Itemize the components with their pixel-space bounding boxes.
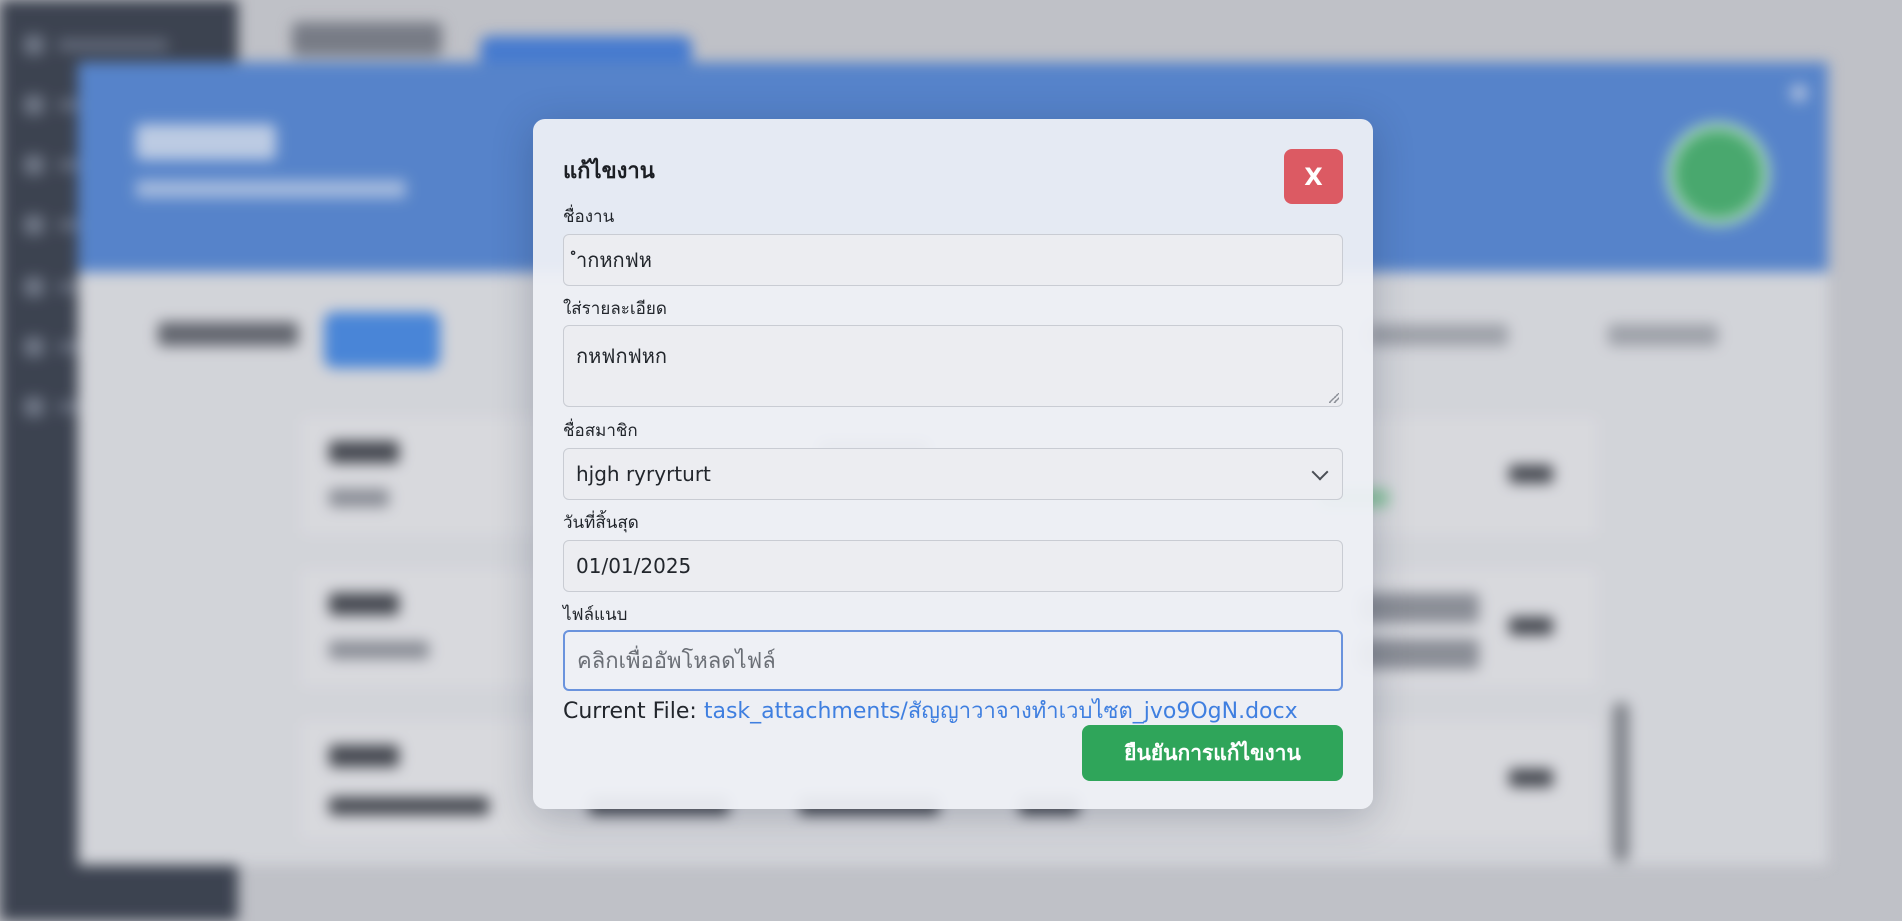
resize-handle-icon[interactable] bbox=[1329, 393, 1339, 403]
details-textarea[interactable]: กหฟกฟหก bbox=[563, 325, 1343, 407]
current-file: Current File: task_attachments/สัญญาวาจา… bbox=[563, 693, 1298, 728]
current-file-label: Current File: bbox=[563, 699, 697, 724]
file-upload-input[interactable]: คลิกเพื่ออัพโหลดไฟล์ bbox=[563, 630, 1343, 691]
details-label: ใส่รายละเอียด bbox=[563, 299, 667, 319]
modal-title: แก้ไขงาน bbox=[563, 159, 655, 184]
task-name-label: ชื่องาน bbox=[563, 207, 615, 227]
current-file-link[interactable]: task_attachments/สัญญาวาจางทำเวบไซต_jvo9… bbox=[704, 699, 1298, 724]
task-name-input[interactable]: ำกหกฟห bbox=[563, 234, 1343, 286]
confirm-edit-button[interactable]: ยืนยันการแก้ไขงาน bbox=[1082, 725, 1343, 781]
edit-task-modal: แก้ไขงาน X ชื่องาน ำกหกฟห ใส่รายละเอียด … bbox=[533, 119, 1373, 809]
member-selected-value: hjgh ryryrturt bbox=[576, 462, 711, 486]
attachment-label: ไฟล์แนบ bbox=[563, 605, 628, 625]
due-date-label: วันที่สิ้นสุด bbox=[563, 513, 639, 533]
member-label: ชื่อสมาชิก bbox=[563, 421, 638, 441]
close-button[interactable]: X bbox=[1284, 149, 1343, 204]
chevron-down-icon bbox=[1311, 463, 1329, 481]
due-date-input[interactable]: 01/01/2025 bbox=[563, 540, 1343, 592]
member-select[interactable]: hjgh ryryrturt bbox=[563, 448, 1343, 500]
details-text: กหฟกฟหก bbox=[576, 344, 668, 368]
